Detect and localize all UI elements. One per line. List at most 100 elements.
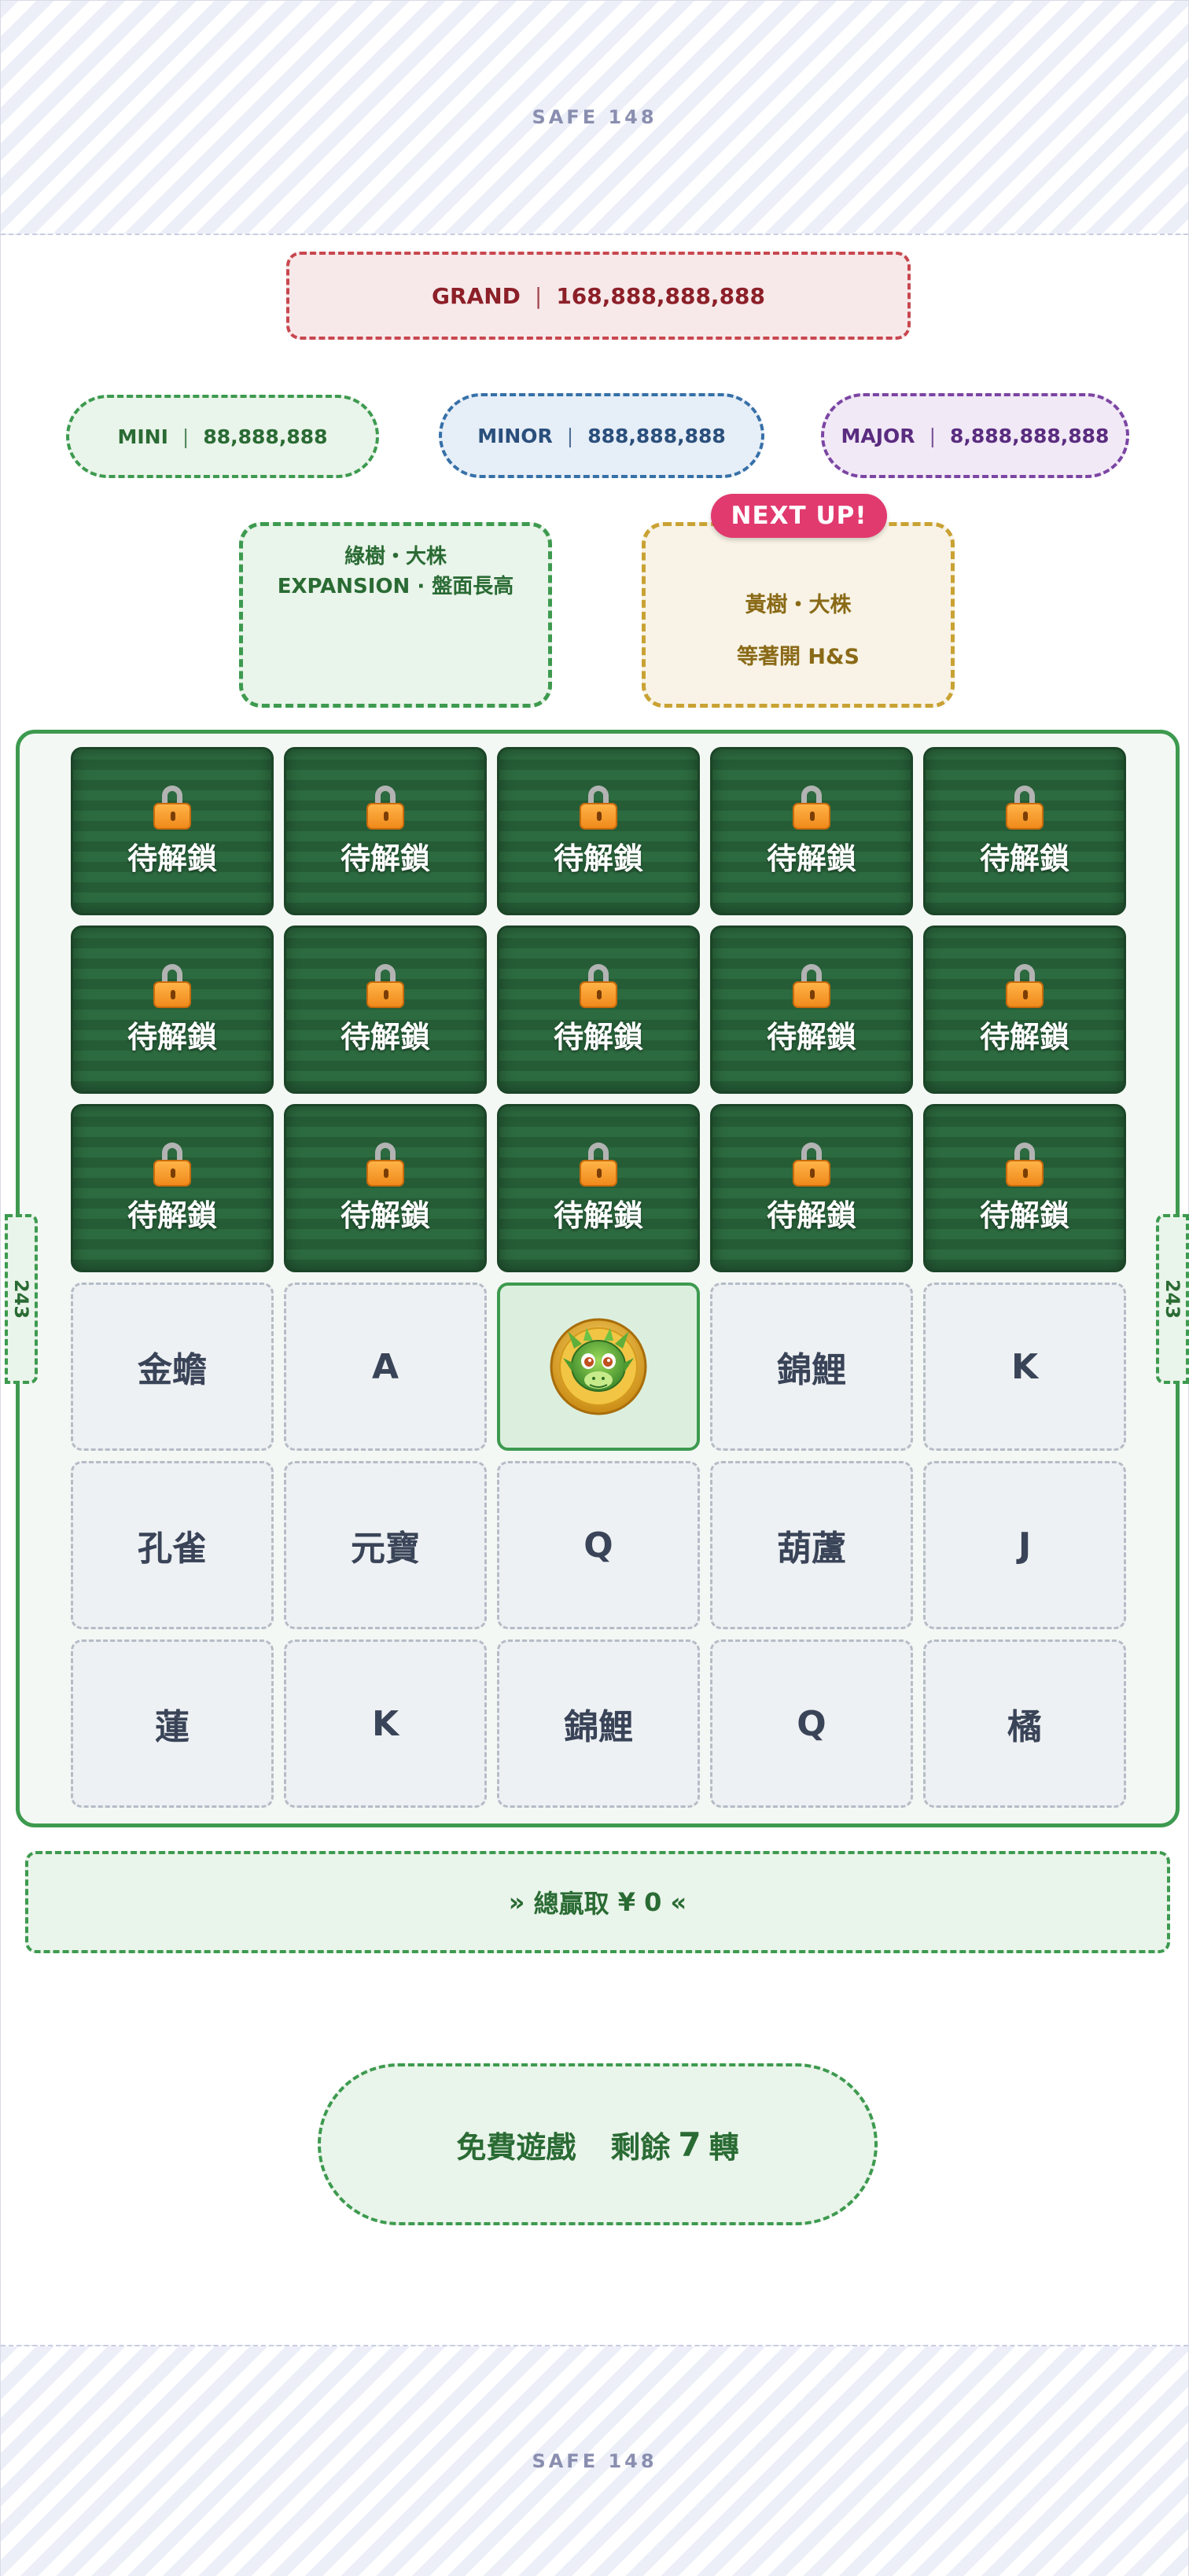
reel-symbol-label: 錦鯉 [564, 1707, 633, 1747]
reel-symbol-cell: A [284, 1282, 487, 1451]
reel-symbol-cell: 錦鯉 [710, 1282, 913, 1451]
locked-cell-label: 待解鎖 [766, 1198, 856, 1233]
reel-symbol-label: 橘 [1007, 1707, 1042, 1747]
padlock-icon [580, 785, 617, 830]
jackpot-separator: | [182, 425, 190, 448]
locked-reel-cell: 待解鎖 [710, 926, 913, 1094]
locked-cell-label: 待解鎖 [553, 1019, 643, 1054]
ways-indicator-left: 243 [5, 1214, 38, 1384]
locked-reel-cell: 待解鎖 [710, 747, 913, 915]
padlock-icon [366, 785, 404, 830]
locked-cell-label: 待解鎖 [766, 841, 856, 876]
padlock-icon [1006, 785, 1044, 830]
padlock-icon [793, 963, 830, 1008]
reel-symbol-label: K [1010, 1346, 1039, 1387]
reel-symbol-cell: 錦鯉 [497, 1639, 700, 1808]
reel-symbol-cell: 金蟾 [71, 1282, 274, 1451]
reel-symbol-label: 元寶 [351, 1529, 420, 1569]
feature-current-card: 綠樹・大株 EXPANSION · 盤面長高 [239, 522, 552, 708]
reel-symbol-label: Q [583, 1525, 613, 1566]
reel-symbol-label: 蓮 [155, 1707, 190, 1747]
jackpot-major: MAJOR | 8,888,888,888 [821, 393, 1129, 478]
free-games-label: 免費遊戲 [456, 2129, 576, 2165]
total-win-banner: » 總贏取 ¥ 0 « [25, 1851, 1170, 1953]
feature-next-card: 黃樹・大株 等著開 H&S [642, 522, 955, 708]
padlock-icon [366, 1142, 404, 1187]
jackpot-minor-value: 888,888,888 [587, 424, 726, 447]
padlock-icon [580, 1142, 617, 1187]
reel-symbol-cell: 橘 [923, 1639, 1126, 1808]
jackpot-mini-value: 88,888,888 [203, 425, 328, 448]
safe-zone-bottom-label: SAFE 148 [532, 2450, 657, 2472]
locked-cell-label: 待解鎖 [553, 841, 643, 876]
total-win-label: 總贏取 [533, 1889, 609, 1919]
locked-cell-label: 待解鎖 [979, 841, 1069, 876]
locked-reel-cell: 待解鎖 [497, 747, 700, 915]
ways-indicator-right: 243 [1156, 1214, 1189, 1384]
locked-cell-label: 待解鎖 [766, 1019, 856, 1054]
jackpot-mini: MINI | 88,888,888 [66, 395, 379, 478]
locked-reel-cell: 待解鎖 [284, 1104, 487, 1272]
reel-symbol-cell: Q [710, 1639, 913, 1808]
locked-reel-cell: 待解鎖 [71, 747, 274, 915]
reel-symbol-cell: 元寶 [284, 1461, 487, 1629]
locked-cell-label: 待解鎖 [127, 1198, 217, 1233]
jackpot-minor: MINOR | 888,888,888 [439, 393, 764, 478]
total-win-amount: 0 [644, 1887, 662, 1917]
safe-zone-top: SAFE 148 [1, 1, 1188, 235]
jackpot-separator: | [929, 424, 936, 447]
reel-symbol-cell: 孔雀 [71, 1461, 274, 1629]
wild-symbol-cell [497, 1282, 700, 1451]
reel-symbol-cell: K [284, 1639, 487, 1808]
free-games-count: 7 [678, 2125, 701, 2164]
locked-cell-label: 待解鎖 [127, 1019, 217, 1054]
padlock-icon [1006, 1142, 1044, 1187]
padlock-icon [793, 785, 830, 830]
locked-reel-cell: 待解鎖 [923, 926, 1126, 1094]
reel-symbol-cell: 蓮 [71, 1639, 274, 1808]
feature-current-desc: EXPANSION · 盤面長高 [277, 575, 514, 598]
padlock-icon [1006, 963, 1044, 1008]
feature-current-title: 綠樹・大株 [344, 545, 447, 569]
locked-reel-cell: 待解鎖 [71, 1104, 274, 1272]
reel-grid: 待解鎖 待解鎖 待解鎖 待解鎖 待解鎖 待解鎖 待解鎖 待解鎖 待解鎖 待解鎖 待解鎖 待解鎖 待解鎖待… [71, 747, 1129, 1808]
total-win-currency: ¥ [617, 1887, 635, 1917]
jackpot-grand-value: 168,888,888,888 [556, 282, 766, 309]
locked-reel-cell: 待解鎖 [284, 926, 487, 1094]
jackpot-separator: | [566, 424, 574, 447]
padlock-icon [153, 1142, 191, 1187]
locked-reel-cell: 待解鎖 [710, 1104, 913, 1272]
safe-zone-top-label: SAFE 148 [532, 106, 657, 128]
jackpot-major-name: MAJOR [841, 424, 915, 447]
dragon-coin-icon [550, 1318, 647, 1415]
reel-symbol-label: 錦鯉 [777, 1350, 846, 1390]
reel-symbol-label: K [371, 1703, 399, 1744]
total-win-prefix: » [508, 1887, 525, 1917]
feature-next-desc: 等著開 H&S [737, 645, 860, 669]
next-up-badge: NEXT UP! [711, 494, 887, 538]
reel-symbol-cell: 葫蘆 [710, 1461, 913, 1629]
locked-cell-label: 待解鎖 [340, 1019, 430, 1054]
reel-symbol-cell: Q [497, 1461, 700, 1629]
locked-reel-cell: 待解鎖 [923, 1104, 1126, 1272]
jackpot-grand: GRAND | 168,888,888,888 [286, 252, 911, 340]
locked-cell-label: 待解鎖 [979, 1198, 1069, 1233]
reel-symbol-label: 孔雀 [138, 1529, 207, 1569]
reel-symbol-label: A [371, 1346, 399, 1387]
ways-left-value: 243 [10, 1279, 33, 1319]
locked-reel-cell: 待解鎖 [71, 926, 274, 1094]
total-win-suffix: « [670, 1887, 687, 1917]
reel-symbol-label: J [1018, 1525, 1032, 1566]
jackpot-minor-name: MINOR [477, 424, 553, 447]
locked-reel-cell: 待解鎖 [923, 747, 1126, 915]
locked-reel-cell: 待解鎖 [284, 747, 487, 915]
jackpot-mini-name: MINI [117, 425, 168, 448]
padlock-icon [153, 785, 191, 830]
locked-cell-label: 待解鎖 [127, 841, 217, 876]
ways-right-value: 243 [1161, 1279, 1184, 1319]
locked-reel-cell: 待解鎖 [497, 926, 700, 1094]
padlock-icon [366, 963, 404, 1008]
jackpot-separator: | [534, 282, 543, 309]
locked-cell-label: 待解鎖 [979, 1019, 1069, 1054]
safe-zone-bottom: SAFE 148 [1, 2345, 1188, 2576]
